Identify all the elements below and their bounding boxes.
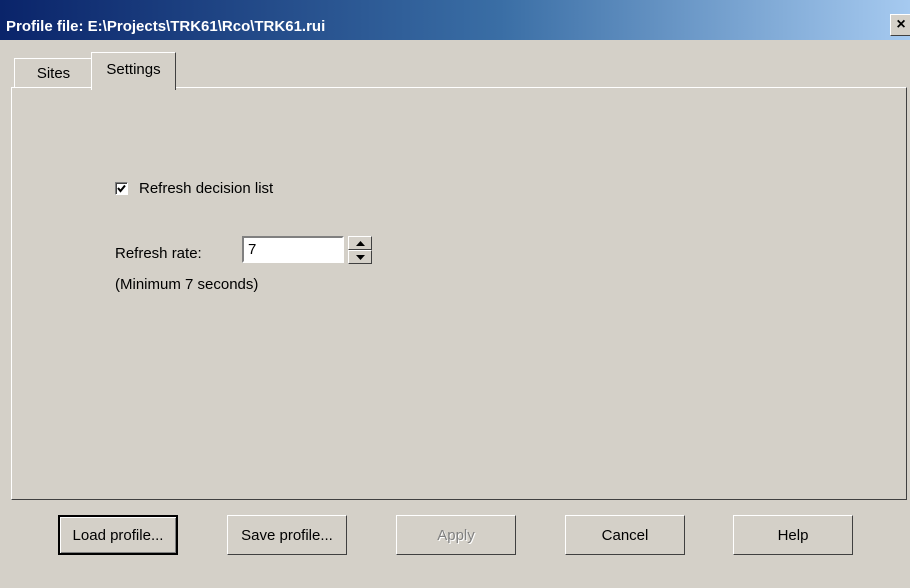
close-button[interactable]: × <box>890 14 910 36</box>
help-button[interactable]: Help <box>733 515 853 555</box>
cancel-button[interactable]: Cancel <box>565 515 685 555</box>
window-title: Profile file: E:\Projects\TRK61\Rco\TRK6… <box>6 18 326 35</box>
arrow-up-icon <box>356 241 365 246</box>
title-bar: Profile file: E:\Projects\TRK61\Rco\TRK6… <box>0 0 910 40</box>
apply-button[interactable]: Apply <box>396 515 516 555</box>
spin-up-button[interactable] <box>348 236 372 250</box>
refresh-rate-spinner[interactable] <box>348 236 372 264</box>
refresh-rate-input[interactable] <box>242 236 344 263</box>
refresh-rate-label: Refresh rate: <box>115 245 202 262</box>
close-icon: × <box>896 16 906 33</box>
spin-down-button[interactable] <box>348 250 372 264</box>
arrow-down-icon <box>356 255 365 260</box>
refresh-decision-list-option[interactable]: Refresh decision list <box>115 180 273 197</box>
load-profile-button[interactable]: Load profile... <box>58 515 178 555</box>
save-profile-button[interactable]: Save profile... <box>227 515 347 555</box>
refresh-decision-list-checkbox[interactable] <box>115 182 128 195</box>
tab-settings[interactable]: Settings <box>91 52 176 90</box>
refresh-decision-list-label: Refresh decision list <box>139 180 274 197</box>
settings-panel <box>11 87 907 500</box>
refresh-rate-hint: (Minimum 7 seconds) <box>115 276 259 293</box>
checkmark-icon <box>117 184 126 193</box>
tab-sites[interactable]: Sites <box>14 58 93 88</box>
